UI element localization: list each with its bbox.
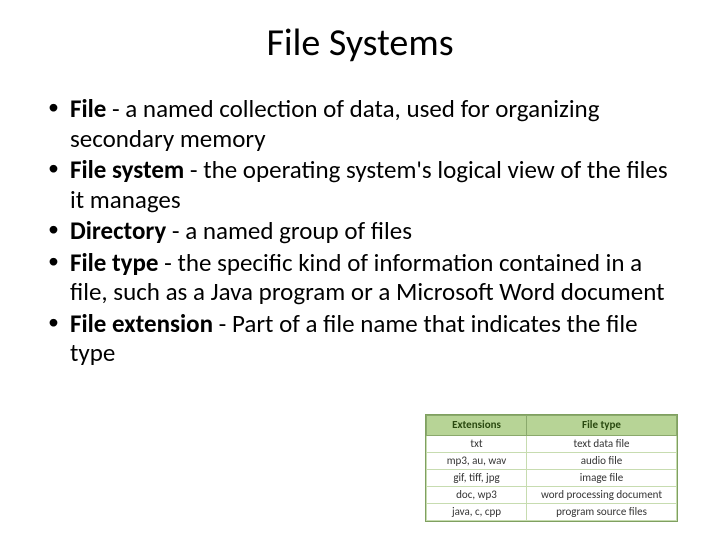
slide-title: File Systems xyxy=(45,20,675,66)
cell-ext: gif, tiff, jpg xyxy=(427,469,527,486)
table-row: txt text data file xyxy=(427,435,677,452)
cell-type: audio file xyxy=(527,452,677,469)
table-row: gif, tiff, jpg image file xyxy=(427,469,677,486)
extensions-table: Extensions File type txt text data file … xyxy=(425,414,678,522)
list-item: File - a named collection of data, used … xyxy=(45,94,675,153)
slide: File Systems File - a named collection o… xyxy=(0,0,720,540)
cell-ext: doc, wp3 xyxy=(427,486,527,503)
term: File type xyxy=(70,247,159,278)
list-item: Directory - a named group of files xyxy=(45,216,675,246)
definition: - the specific kind of information conta… xyxy=(70,247,665,308)
cell-type: word processing document xyxy=(527,486,677,503)
list-item: File system - the operating system's log… xyxy=(45,155,675,214)
bullet-list: File - a named collection of data, used … xyxy=(45,94,675,368)
cell-type: program source files xyxy=(527,503,677,520)
cell-ext: txt xyxy=(427,435,527,452)
table-header-filetype: File type xyxy=(527,416,677,435)
table-row: doc, wp3 word processing document xyxy=(427,486,677,503)
table-row: mp3, au, wav audio file xyxy=(427,452,677,469)
list-item: File type - the specific kind of informa… xyxy=(45,248,675,307)
term: File extension xyxy=(70,308,213,339)
term: File xyxy=(70,93,106,124)
term: File system xyxy=(70,154,184,185)
cell-ext: mp3, au, wav xyxy=(427,452,527,469)
cell-type: text data file xyxy=(527,435,677,452)
table-row: java, c, cpp program source files xyxy=(427,503,677,520)
definition: - a named collection of data, used for o… xyxy=(70,93,599,154)
list-item: File extension - Part of a file name tha… xyxy=(45,309,675,368)
cell-type: image file xyxy=(527,469,677,486)
table-header-extensions: Extensions xyxy=(427,416,527,435)
definition: - a named group of files xyxy=(166,215,412,246)
term: Directory xyxy=(70,215,166,246)
cell-ext: java, c, cpp xyxy=(427,503,527,520)
